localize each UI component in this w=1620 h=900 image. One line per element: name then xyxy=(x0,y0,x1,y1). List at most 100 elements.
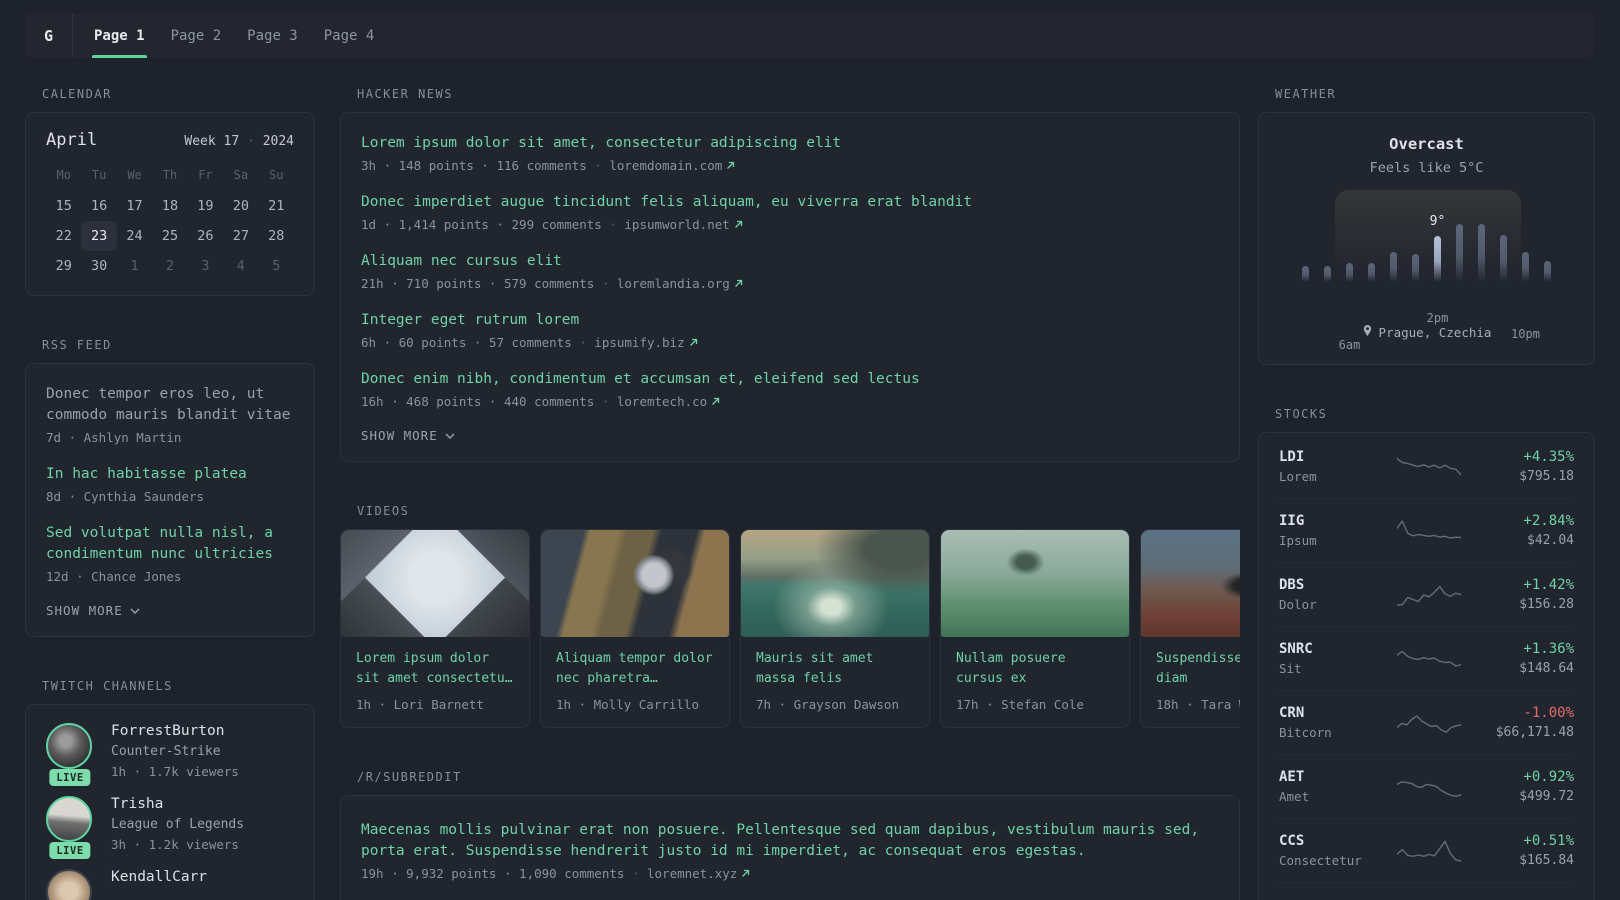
rss-show-more-button[interactable]: SHOW MORE xyxy=(46,603,294,618)
video-card[interactable]: Aliquam tempor dolor nec pharetra… 1h · Mo… xyxy=(540,529,730,728)
rss-item-title[interactable]: In hac habitasse platea xyxy=(46,464,294,485)
video-title[interactable]: Lorem ipsum dolor sit amet consectetu… xyxy=(356,649,514,689)
video-title[interactable]: Suspendisse tempor diam xyxy=(1156,649,1240,689)
external-link-icon xyxy=(741,866,750,881)
stock-id: DBS Dolor xyxy=(1279,577,1379,612)
videos-widget: VIDEOS Lorem ipsum dolor sit amet consect… xyxy=(340,504,1240,728)
video-title[interactable]: Nullam posuere cursus ex xyxy=(956,649,1114,689)
hn-item-title[interactable]: Aliquam nec cursus elit xyxy=(361,251,1219,272)
hn-item-title[interactable]: Donec enim nibh, condimentum et accumsan… xyxy=(361,369,1219,390)
hn-item-domain[interactable]: loremdomain.com xyxy=(609,158,722,173)
stock-values: -1.00% $66,171.48 xyxy=(1478,705,1574,740)
rss-item-title[interactable]: Donec tempor eros leo, ut commodo mauris … xyxy=(46,384,294,426)
twitch-widget: TWITCH CHANNELS LIVE ForrestBurton Counter… xyxy=(25,679,315,900)
calendar-day-selected: 23 xyxy=(81,221,117,251)
twitch-channel-row[interactable]: KendallCarr xyxy=(46,869,294,900)
stock-row[interactable]: LDI Lorem +4.35% $795.18 xyxy=(1279,435,1574,498)
video-meta: 17h · Stefan Cole xyxy=(956,697,1084,712)
stock-row[interactable]: IIG Ipsum +2.84% $42.04 xyxy=(1279,498,1574,562)
hn-item-domain[interactable]: ipsumify.biz xyxy=(594,335,684,350)
calendar-day: 4 xyxy=(236,258,245,274)
hn-item-title[interactable]: Lorem ipsum dolor sit amet, consectetur … xyxy=(361,133,1219,154)
stock-row[interactable]: SNRC Sit +1.36% $148.64 xyxy=(1279,626,1574,690)
weather-bar xyxy=(1390,252,1397,282)
twitch-channel-row[interactable]: LIVE Trisha League of Legends 3h · 1.2k vie… xyxy=(46,796,294,859)
middle-column: HACKER NEWS Lorem ipsum dolor sit amet, … xyxy=(340,87,1240,900)
stock-change: +0.92% xyxy=(1523,769,1574,785)
nav-tabs: Page 1 Page 2 Page 3 Page 4 xyxy=(73,13,387,58)
stock-id: LDI Lorem xyxy=(1279,449,1379,484)
tab-page-1[interactable]: Page 1 xyxy=(92,13,147,58)
hn-show-more-button[interactable]: SHOW MORE xyxy=(361,428,1219,443)
twitch-channel-row[interactable]: LIVE ForrestBurton Counter-Strike 1h · 1.7k… xyxy=(46,723,294,786)
video-card[interactable]: Mauris sit amet massa felis 7h · Grayson D… xyxy=(740,529,930,728)
video-card[interactable]: Suspendisse tempor diam 18h · Tara Walsh xyxy=(1140,529,1240,728)
weather-feels-like: Feels like 5°C xyxy=(1369,160,1484,176)
stock-row[interactable]: CCS Consectetur +0.51% $165.84 xyxy=(1279,818,1574,882)
video-thumbnail xyxy=(541,530,729,637)
video-title-line: nec pharetra… xyxy=(556,671,658,686)
weather-bar xyxy=(1456,224,1463,282)
stock-sparkline xyxy=(1379,453,1478,480)
stock-price: $66,171.48 xyxy=(1495,725,1574,740)
video-title-line: Lorem ipsum dolor xyxy=(356,651,490,666)
external-link-icon xyxy=(734,276,743,291)
subreddit-post-title[interactable]: Maecenas mollis pulvinar erat non posuer… xyxy=(361,820,1219,862)
calendar-day: 30 xyxy=(91,258,108,274)
stock-row[interactable]: AET Amet +0.92% $499.72 xyxy=(1279,754,1574,818)
stock-price: $148.64 xyxy=(1519,661,1574,676)
hn-item-stats: 1d · 1,414 points · 299 comments xyxy=(361,217,602,232)
subreddit-post-domain[interactable]: loremnet.xyz xyxy=(647,866,737,881)
stock-row[interactable]: AHS+0.46% xyxy=(1279,882,1574,900)
stock-sparkline xyxy=(1379,709,1478,736)
stock-row[interactable]: DBS Dolor +1.42% $156.28 xyxy=(1279,562,1574,626)
hn-item-domain[interactable]: loremtech.co xyxy=(617,394,707,409)
left-column: CALENDAR April Week 17 · 2024 Mo Tu We Th Fr… xyxy=(25,87,315,900)
weather-bar xyxy=(1500,235,1507,282)
twitch-avatar-wrap: LIVE xyxy=(46,723,94,786)
video-card[interactable]: Nullam posuere cursus ex 17h · Stefan Cole xyxy=(940,529,1130,728)
video-title[interactable]: Aliquam tempor dolor nec pharetra… xyxy=(556,649,714,689)
rss-item-meta: 12d · Chance Jones xyxy=(46,569,182,584)
videos-scroll-row[interactable]: Lorem ipsum dolor sit amet consectetu… 1h … xyxy=(340,529,1240,728)
hn-item-domain[interactable]: ipsumworld.net xyxy=(624,217,729,232)
twitch-channel-name: ForrestBurton xyxy=(111,723,225,739)
calendar-weekday: Fr xyxy=(198,168,213,182)
hn-item-title[interactable]: Donec imperdiet augue tincidunt felis al… xyxy=(361,192,1219,213)
calendar-month: April xyxy=(46,130,98,150)
video-meta: 1h · Molly Carrillo xyxy=(556,697,699,712)
stock-sparkline xyxy=(1379,517,1478,544)
rss-item-title[interactable]: Sed volutpat nulla nisl, a condimentum nu… xyxy=(46,523,294,565)
video-thumbnail xyxy=(341,530,529,637)
app-logo[interactable]: G xyxy=(25,13,73,58)
weather-bar xyxy=(1412,254,1419,282)
video-card[interactable]: Lorem ipsum dolor sit amet consectetu… 1h … xyxy=(340,529,530,728)
calendar-day: 20 xyxy=(232,198,249,214)
weather-bar xyxy=(1324,266,1331,282)
stock-row[interactable]: CRN Bitcorn -1.00% $66,171.48 xyxy=(1279,690,1574,754)
calendar-week-word: Week xyxy=(184,134,216,149)
rss-item-meta: 7d · Ashlyn Martin xyxy=(46,430,182,445)
live-badge: LIVE xyxy=(49,769,91,786)
stock-change: +2.84% xyxy=(1523,513,1574,529)
hn-item-stats: 16h · 468 points · 440 comments xyxy=(361,394,595,409)
twitch-channel-category: Counter-Strike xyxy=(111,744,221,759)
calendar-weekday: We xyxy=(127,168,142,182)
hn-item-title[interactable]: Integer eget rutrum lorem xyxy=(361,310,1219,331)
stock-change: +0.51% xyxy=(1523,833,1574,849)
tab-page-3[interactable]: Page 3 xyxy=(247,13,298,58)
current-temp-label: 9° xyxy=(1429,214,1446,229)
twitch-channel-meta: 1h · 1.7k viewers xyxy=(111,764,239,779)
twitch-channel-category: League of Legends xyxy=(111,817,245,832)
video-title[interactable]: Mauris sit amet massa felis xyxy=(756,649,914,689)
tab-page-4[interactable]: Page 4 xyxy=(324,13,375,58)
dot-separator: · xyxy=(586,158,610,173)
hn-item: Donec enim nibh, condimentum et accumsan… xyxy=(361,369,1219,409)
rss-title-line: Donec tempor eros leo, ut xyxy=(46,386,265,402)
tab-page-2[interactable]: Page 2 xyxy=(171,13,222,58)
stock-change: +1.36% xyxy=(1523,641,1574,657)
calendar-day: 21 xyxy=(268,198,285,214)
hn-item-domain[interactable]: loremlandia.org xyxy=(617,276,730,291)
daylight-highlight xyxy=(1335,190,1521,282)
weather-location: Prague, Czechia xyxy=(1378,324,1492,340)
